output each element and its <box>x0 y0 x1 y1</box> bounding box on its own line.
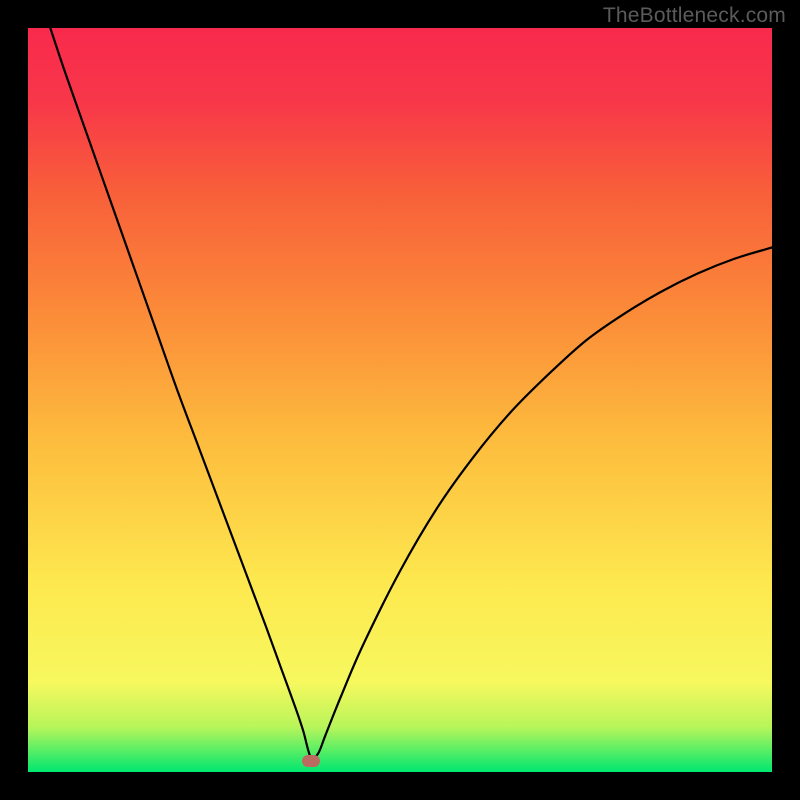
chart-frame: TheBottleneck.com <box>0 0 800 800</box>
chart-plot-area <box>28 28 772 772</box>
optimal-point-marker <box>302 755 320 767</box>
chart-svg <box>28 28 772 772</box>
watermark-text: TheBottleneck.com <box>603 4 786 28</box>
bottleneck-curve <box>50 28 772 759</box>
